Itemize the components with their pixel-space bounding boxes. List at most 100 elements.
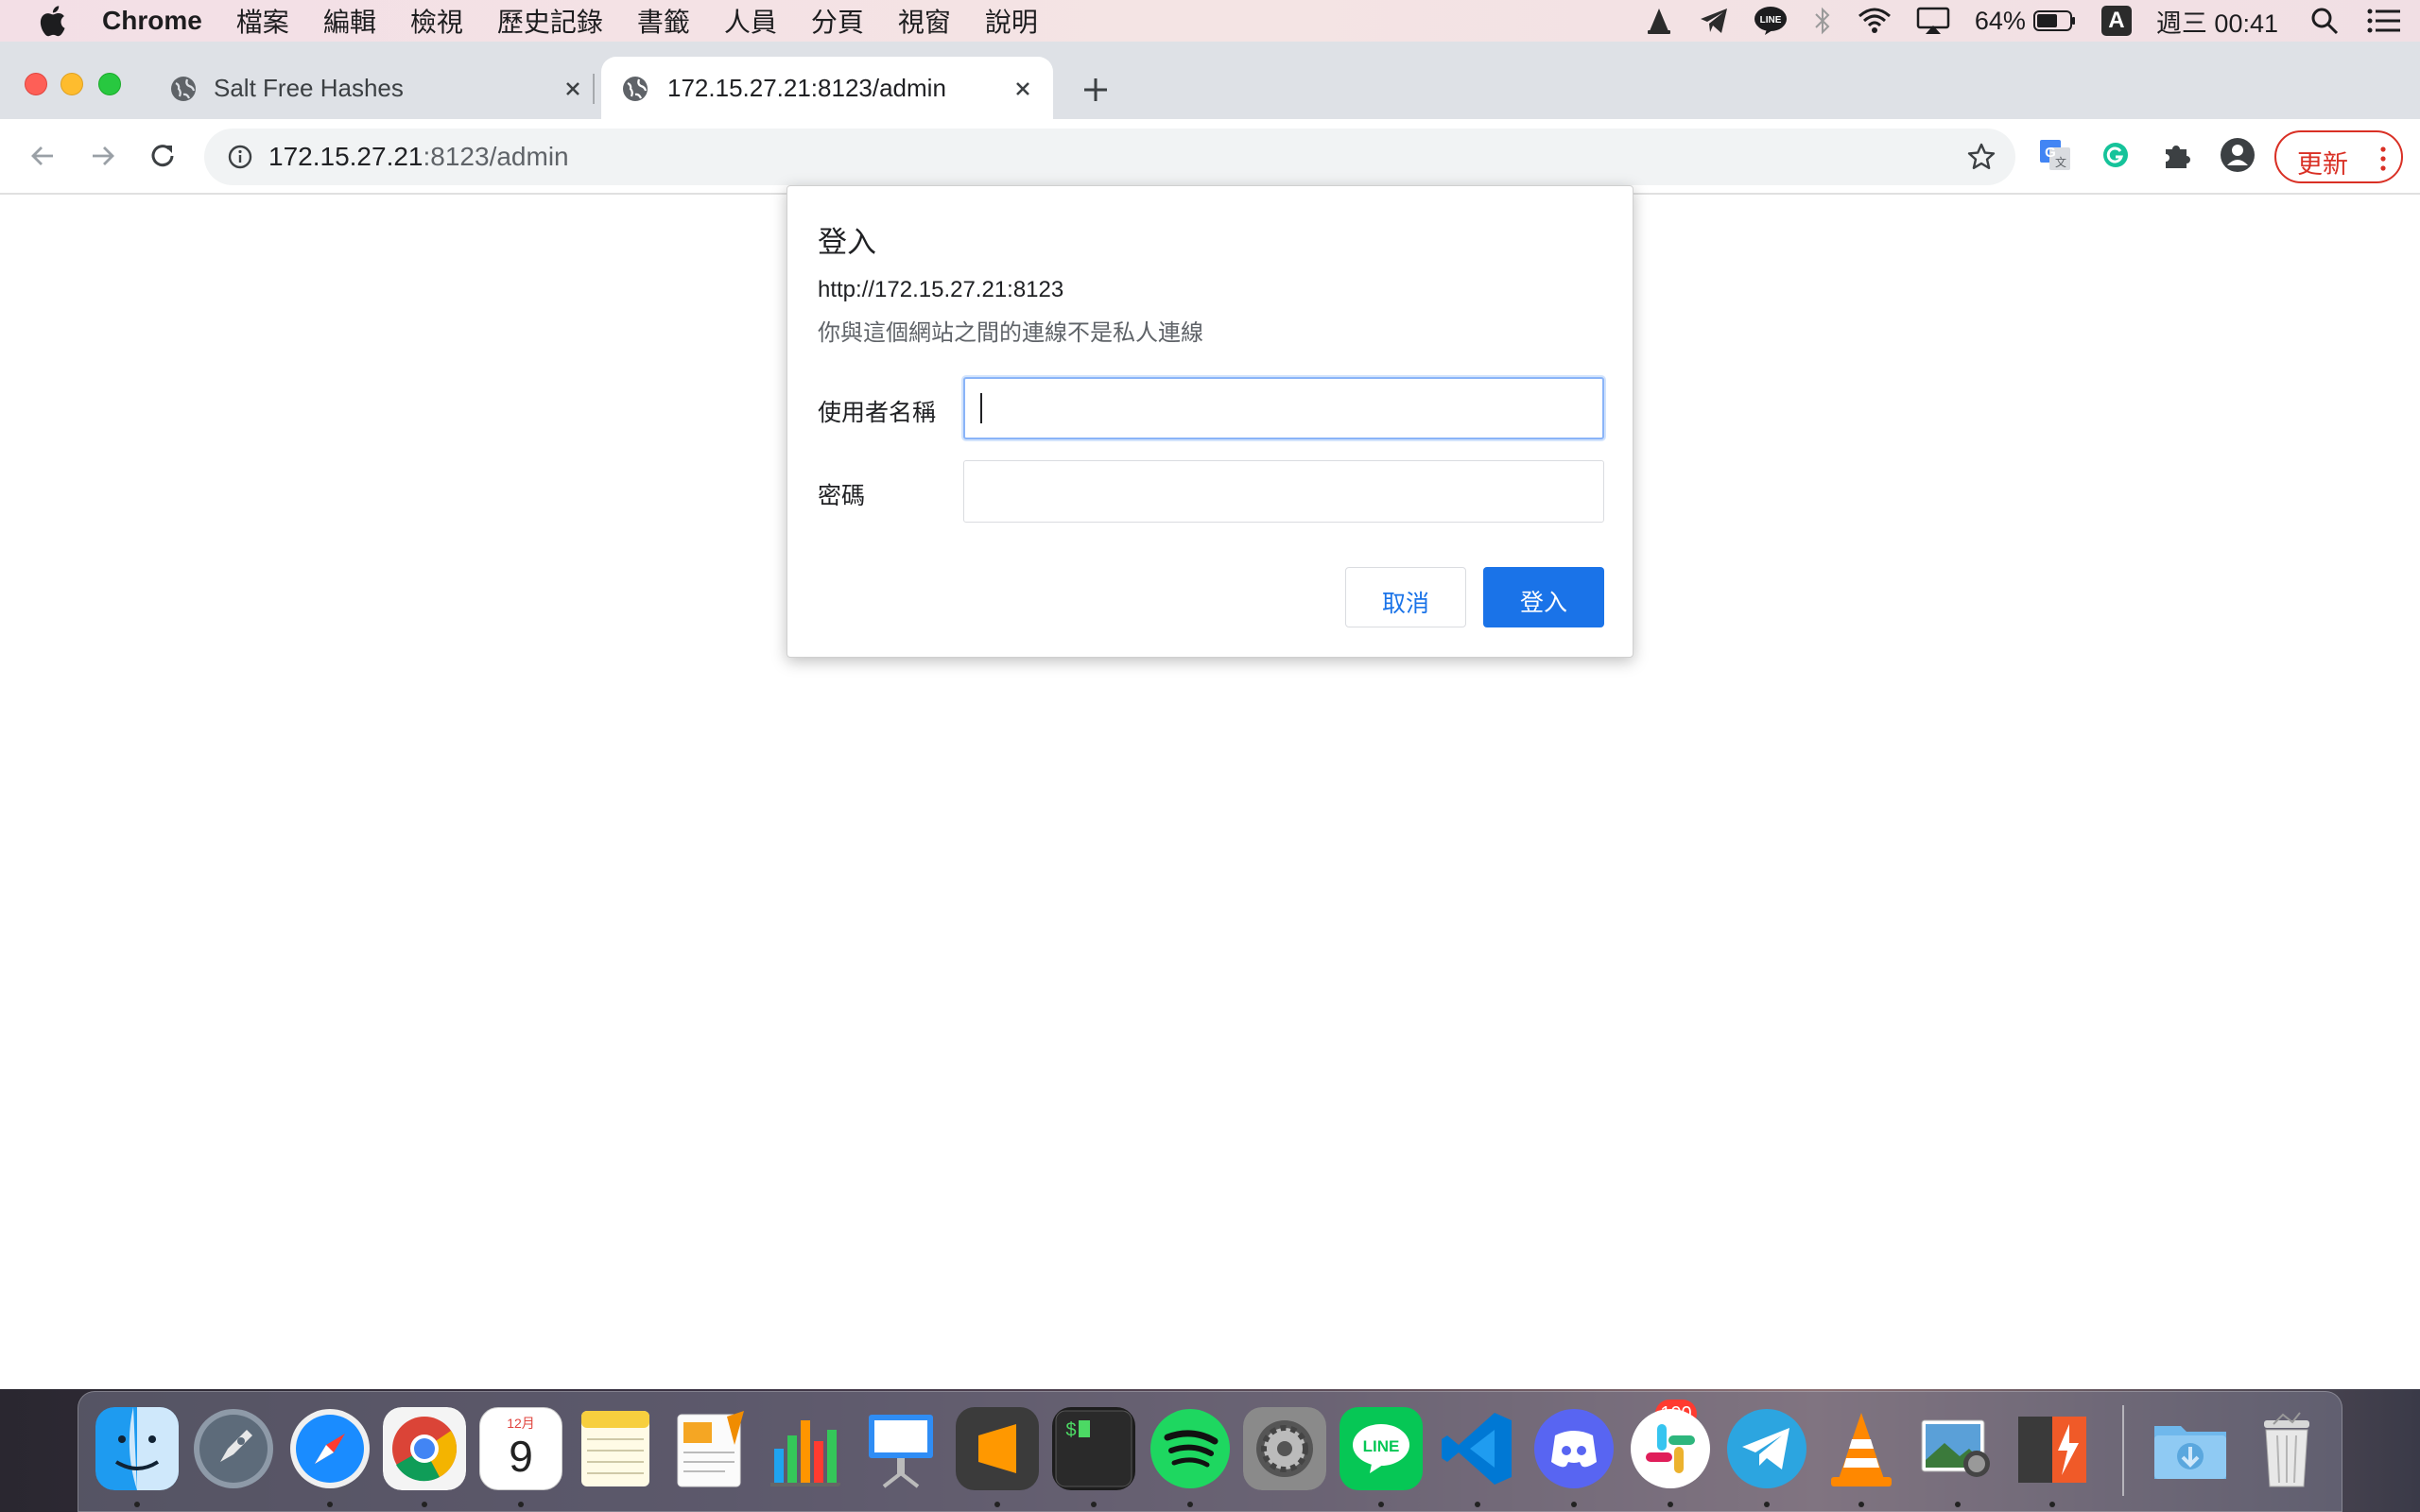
new-tab-icon[interactable]	[1080, 74, 1112, 106]
trash-icon[interactable]	[2245, 1407, 2328, 1490]
wifi-icon[interactable]	[1858, 7, 1892, 35]
running-indicator	[1475, 1502, 1480, 1507]
battery-icon[interactable]	[2032, 9, 2077, 32]
calendar-icon[interactable]: 12月 9	[479, 1407, 562, 1490]
browser-toolbar: 172.15.27.21:8123/admin G文 更新	[0, 119, 2420, 195]
finder-icon[interactable]	[95, 1407, 179, 1490]
back-arrow-icon[interactable]	[25, 138, 60, 174]
url-host: 172.15.27.21	[268, 142, 424, 171]
running-indicator	[1091, 1502, 1097, 1507]
globe-icon	[171, 77, 196, 101]
airplay-icon[interactable]	[1916, 7, 1950, 35]
close-icon[interactable]	[560, 76, 586, 102]
menu-tab[interactable]: 分頁	[811, 2, 864, 40]
apple-menu-icon[interactable]	[38, 5, 66, 37]
line-icon[interactable]: LINE	[1754, 6, 1788, 36]
line-label: LINE	[1362, 1437, 1400, 1455]
slack-icon[interactable]	[1629, 1407, 1712, 1490]
running-indicator	[1858, 1502, 1864, 1507]
window-zoom-button[interactable]	[98, 73, 121, 95]
url-path: :8123/admin	[423, 142, 569, 171]
input-source-icon[interactable]: A	[2100, 6, 2132, 36]
line-app-icon[interactable]: LINE	[1340, 1407, 1423, 1490]
telegram-icon[interactable]	[1699, 7, 1729, 35]
vlc-app-icon[interactable]	[1820, 1407, 1903, 1490]
tab-title: Salt Free Hashes	[214, 74, 404, 102]
text-caret	[980, 393, 982, 423]
spotify-icon[interactable]	[1149, 1407, 1232, 1490]
pages-icon[interactable]	[668, 1407, 752, 1490]
bookmark-star-icon[interactable]	[1966, 142, 1996, 172]
menu-people[interactable]: 人員	[724, 2, 777, 40]
grammarly-icon[interactable]	[2097, 136, 2135, 174]
globe-icon	[623, 77, 648, 101]
running-indicator	[1378, 1502, 1384, 1507]
reload-icon[interactable]	[145, 138, 181, 174]
tab-admin[interactable]: 172.15.27.21:8123/admin	[601, 57, 1053, 119]
running-indicator	[327, 1502, 333, 1507]
menu-edit[interactable]: 編輯	[323, 2, 376, 40]
running-indicator	[134, 1502, 140, 1507]
running-indicator	[1571, 1502, 1577, 1507]
telegram-app-icon[interactable]	[1725, 1407, 1808, 1490]
dock-separator	[2122, 1405, 2124, 1496]
menu-bar: Chrome 檔案 編輯 檢視 歷史記錄 書籤 人員 分頁 視窗 說明 LINE…	[0, 0, 2420, 42]
info-icon[interactable]	[227, 144, 253, 170]
menu-help[interactable]: 說明	[985, 2, 1038, 40]
password-field[interactable]	[963, 460, 1604, 523]
input-source-letter: A	[2100, 6, 2132, 36]
search-icon[interactable]	[2310, 7, 2339, 35]
downloads-folder-icon[interactable]	[2149, 1407, 2232, 1490]
cancel-button[interactable]: 取消	[1345, 567, 1466, 627]
window-minimize-button[interactable]	[60, 73, 83, 95]
close-icon[interactable]	[1010, 76, 1036, 102]
running-indicator	[1668, 1502, 1673, 1507]
flashback-icon[interactable]	[2011, 1407, 2094, 1490]
system-preferences-icon[interactable]	[1243, 1407, 1326, 1490]
launchpad-icon[interactable]	[192, 1407, 275, 1490]
running-indicator	[518, 1502, 524, 1507]
address-bar[interactable]: 172.15.27.21:8123/admin	[204, 129, 2015, 185]
running-indicator	[1764, 1502, 1770, 1507]
calendar-day: 9	[509, 1432, 533, 1481]
safari-icon[interactable]	[288, 1407, 372, 1490]
preview-icon[interactable]	[1916, 1407, 1999, 1490]
terminal-icon[interactable]: $	[1052, 1407, 1135, 1490]
google-translate-icon[interactable]: G文	[2036, 136, 2074, 174]
url-text[interactable]: 172.15.27.21:8123/admin	[268, 142, 569, 172]
login-dialog: 登入 http://172.15.27.21:8123 你與這個網站之間的連線不…	[786, 185, 1634, 658]
status-area: LINE 64% A 週三 00:41	[1619, 0, 2420, 42]
update-button[interactable]: 更新	[2274, 130, 2403, 183]
menubar-clock[interactable]: 週三 00:41	[2156, 3, 2278, 40]
menu-history[interactable]: 歷史記錄	[497, 2, 603, 40]
list-icon[interactable]	[2367, 8, 2401, 34]
extensions-puzzle-icon[interactable]	[2158, 136, 2196, 174]
keynote-icon[interactable]	[859, 1407, 942, 1490]
username-label: 使用者名稱	[818, 400, 937, 426]
discord-icon[interactable]	[1532, 1407, 1616, 1490]
menu-file[interactable]: 檔案	[236, 2, 289, 40]
tab-separator	[593, 74, 595, 104]
profile-avatar-icon[interactable]	[2219, 136, 2256, 174]
login-button[interactable]: 登入	[1483, 567, 1604, 627]
menu-bookmarks[interactable]: 書籤	[637, 2, 690, 40]
window-close-button[interactable]	[25, 73, 47, 95]
chrome-app-icon[interactable]	[383, 1407, 466, 1490]
menu-window[interactable]: 視窗	[898, 2, 951, 40]
forward-arrow-icon[interactable]	[85, 138, 121, 174]
sublime-text-icon[interactable]	[956, 1407, 1039, 1490]
numbers-icon[interactable]	[763, 1407, 846, 1490]
menu-view[interactable]: 檢視	[410, 2, 463, 40]
notes-icon[interactable]	[574, 1407, 657, 1490]
vlc-icon[interactable]	[1644, 6, 1674, 36]
tab-title: 172.15.27.21:8123/admin	[667, 74, 946, 102]
running-indicator	[994, 1502, 1000, 1507]
bluetooth-icon[interactable]	[1812, 6, 1833, 36]
login-label: 登入	[1519, 590, 1567, 616]
menu-app-name[interactable]: Chrome	[102, 6, 202, 36]
vscode-icon[interactable]	[1436, 1407, 1519, 1490]
username-field[interactable]	[963, 377, 1604, 439]
tab-salt-free-hashes[interactable]: Salt Free Hashes	[170, 57, 586, 119]
svg-text:文: 文	[2055, 155, 2066, 169]
running-indicator	[2049, 1502, 2055, 1507]
